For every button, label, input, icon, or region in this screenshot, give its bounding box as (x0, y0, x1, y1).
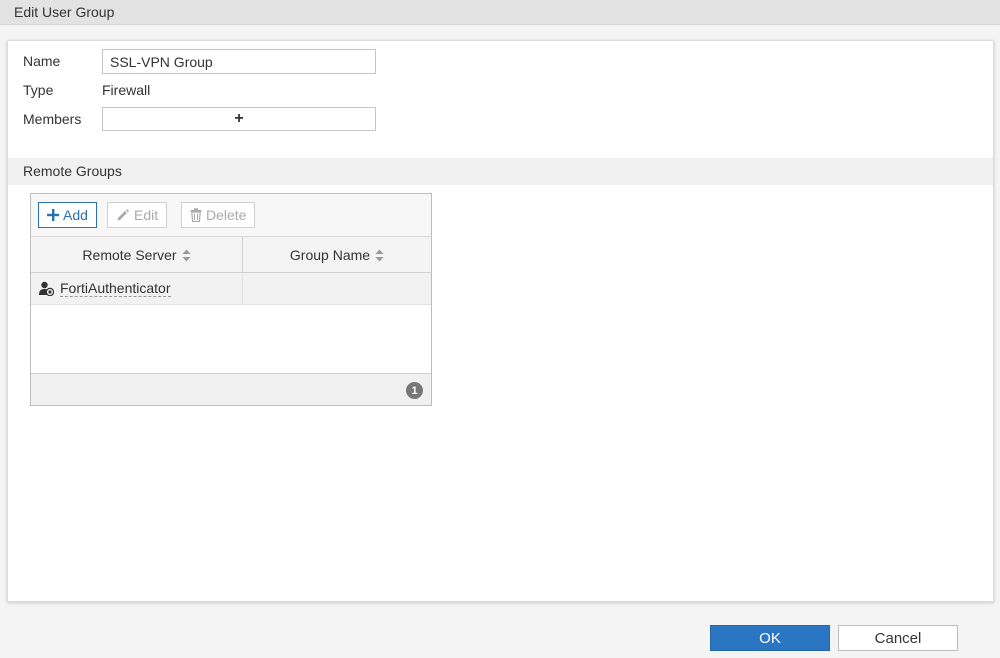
name-input[interactable] (102, 49, 376, 74)
table-header: Remote Server Group Name (31, 237, 431, 273)
members-label: Members (23, 111, 82, 127)
members-add-glyph: + (234, 110, 244, 127)
table-row[interactable]: FortiAuthenticator (31, 273, 431, 305)
remote-server-name[interactable]: FortiAuthenticator (60, 280, 171, 297)
remote-server-cell: FortiAuthenticator (31, 273, 243, 304)
name-label: Name (23, 53, 61, 69)
edit-button[interactable]: Edit (107, 202, 168, 228)
members-field[interactable]: + (102, 107, 376, 131)
remote-groups-table: Add Edit Delete Remote Server Group Name… (30, 193, 432, 406)
remote-groups-heading: Remote Groups (8, 158, 993, 185)
sort-icon (182, 249, 191, 261)
add-button[interactable]: Add (38, 202, 97, 228)
table-footer: 1 (31, 373, 431, 405)
dialog-panel: Name Type Firewall Members + Remote Grou… (7, 40, 994, 602)
column-header-group-name[interactable]: Group Name (243, 237, 431, 273)
cancel-button[interactable]: Cancel (838, 625, 958, 651)
column-header-label: Group Name (289, 247, 371, 263)
plus-icon (47, 209, 59, 221)
group-name-cell (243, 273, 431, 304)
trash-icon (190, 208, 202, 222)
sort-icon (375, 249, 384, 261)
type-label: Type (23, 82, 54, 98)
row-count-badge: 1 (406, 382, 423, 399)
pencil-icon (117, 209, 129, 221)
add-button-label: Add (63, 207, 88, 223)
delete-button-label: Delete (206, 207, 247, 223)
dialog-title: Edit User Group (0, 0, 1000, 25)
delete-button[interactable]: Delete (181, 202, 256, 228)
ok-button[interactable]: OK (710, 625, 830, 651)
remote-server-user-icon (39, 281, 54, 296)
column-header-remote-server[interactable]: Remote Server (31, 237, 243, 273)
edit-button-label: Edit (134, 207, 159, 223)
type-value: Firewall (102, 82, 151, 98)
column-header-label: Remote Server (82, 247, 177, 263)
remote-groups-toolbar: Add Edit Delete (31, 194, 431, 237)
